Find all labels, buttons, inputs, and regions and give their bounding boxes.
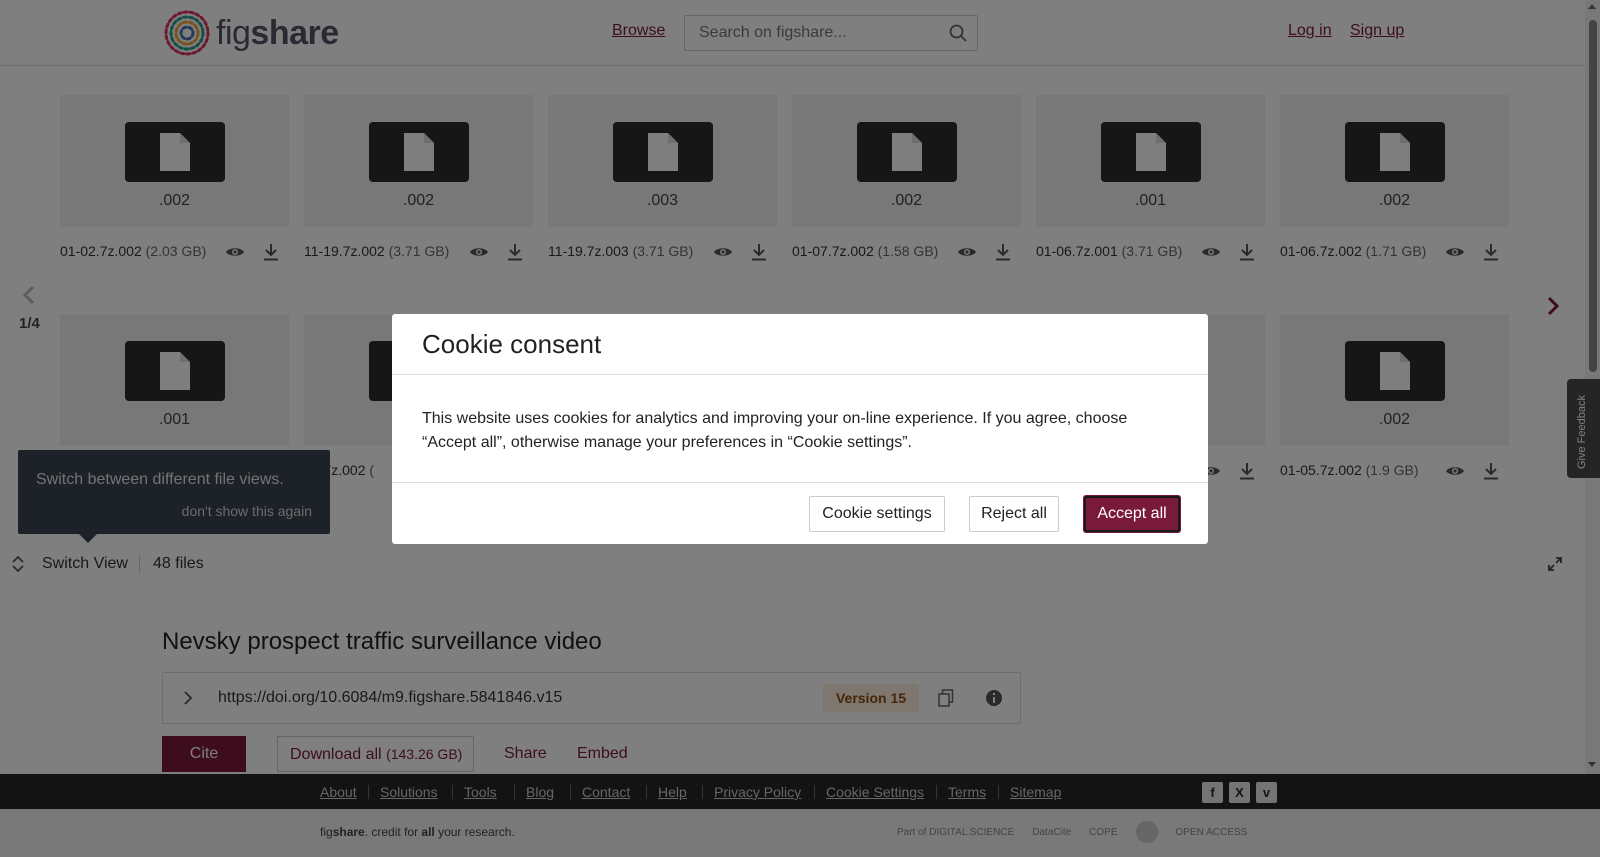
cookie-body: This website uses cookies for analytics … — [422, 410, 1128, 451]
accept-all-button[interactable]: Accept all — [1084, 496, 1180, 532]
divider — [392, 374, 1208, 375]
divider — [392, 482, 1208, 483]
cookie-title: Cookie consent — [422, 329, 602, 359]
reject-all-button[interactable]: Reject all — [969, 496, 1059, 532]
cookie-settings-button[interactable]: Cookie settings — [809, 496, 945, 532]
cookie-consent-dialog: Cookie consent This website uses cookies… — [392, 314, 1208, 544]
